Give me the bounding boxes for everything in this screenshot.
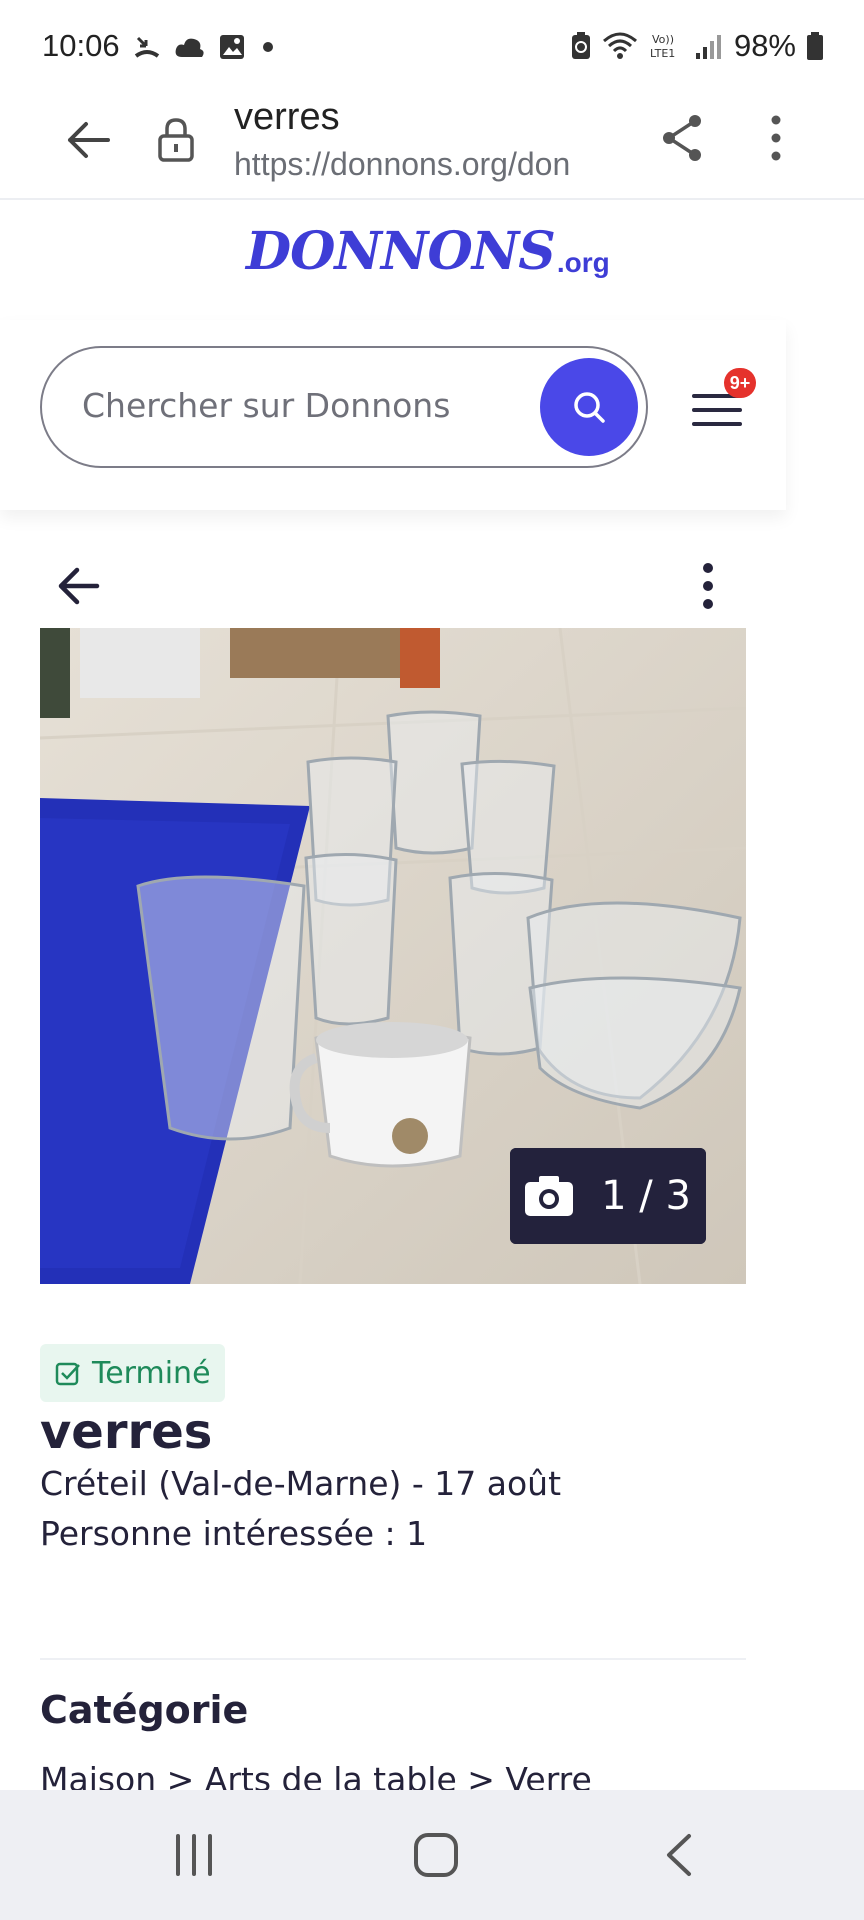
lock-icon: [158, 118, 194, 162]
dot-icon: [263, 42, 273, 52]
battery-percent: 98%: [733, 28, 796, 63]
share-button[interactable]: [654, 108, 710, 168]
listing-photo[interactable]: 1 / 3: [40, 628, 746, 1284]
recent-apps-button[interactable]: [154, 1820, 234, 1890]
address-bar-url[interactable]: https://donnons.org/don: [234, 146, 624, 183]
donnons-logo[interactable]: DONNONS .org: [238, 212, 610, 290]
search-icon: [574, 392, 605, 423]
home-icon: [414, 1833, 458, 1877]
listing-location-date: Créteil (Val-de-Marne) - 17 août: [40, 1464, 562, 1503]
search-box: [40, 346, 648, 468]
notification-badge: 9+: [724, 368, 756, 398]
missed-call-icon: [134, 36, 160, 58]
status-badge: Terminé: [40, 1344, 225, 1402]
gallery-icon: [220, 35, 244, 59]
status-system-icons: Vo)) LTE1 98%: [570, 28, 824, 64]
checkbox-checked-icon: [55, 1362, 80, 1386]
status-time: 10:06: [42, 28, 120, 63]
svg-text:LTE1: LTE1: [650, 47, 675, 60]
search-header: 9+: [0, 320, 786, 510]
category-heading: Catégorie: [40, 1688, 249, 1732]
browser-menu-button[interactable]: [752, 108, 800, 168]
search-input[interactable]: [82, 386, 502, 425]
photo-counter-text: 1 / 3: [601, 1173, 691, 1219]
arrow-left-icon: [68, 122, 110, 158]
battery-saver-icon: [571, 32, 590, 59]
system-navigation-bar: [0, 1790, 864, 1920]
status-label: Terminé: [92, 1355, 211, 1391]
listing-back-button[interactable]: [54, 562, 102, 610]
main-menu-button[interactable]: 9+: [690, 368, 756, 436]
search-button[interactable]: [540, 358, 638, 456]
cloud-icon: [175, 38, 204, 57]
recent-apps-icon: [176, 1834, 212, 1876]
logo-text: DONNONS: [246, 220, 556, 282]
more-vertical-icon: [771, 115, 781, 161]
battery-icon: [807, 32, 823, 60]
arrow-left-icon: [58, 567, 100, 605]
back-button[interactable]: [638, 1820, 718, 1890]
page-title[interactable]: verres: [234, 96, 340, 139]
signal-icon: [695, 35, 721, 59]
photo-counter: 1 / 3: [510, 1148, 706, 1244]
listing-options-button[interactable]: [692, 560, 724, 612]
section-divider: [40, 1658, 746, 1660]
wifi-icon: [602, 32, 637, 59]
volte-icon: Vo))LTE1: [650, 33, 675, 60]
home-button[interactable]: [396, 1820, 476, 1890]
camera-icon: [525, 1176, 574, 1216]
listing-interest-count: Personne intéressée : 1: [40, 1514, 428, 1553]
site-security-button[interactable]: [150, 110, 202, 170]
logo-suffix: .org: [556, 247, 610, 278]
chevron-left-icon: [667, 1834, 691, 1876]
status-bar: 10:06 Vo)) LTE1 98%: [0, 0, 864, 96]
more-vertical-icon: [703, 563, 713, 609]
status-notification-icons: [132, 32, 278, 62]
listing-title: verres: [40, 1404, 213, 1460]
svg-text:Vo)): Vo)): [652, 33, 674, 46]
browser-back-button[interactable]: [58, 110, 118, 170]
share-icon: [663, 115, 701, 161]
browser-toolbar: verres https://donnons.org/don: [0, 96, 864, 200]
